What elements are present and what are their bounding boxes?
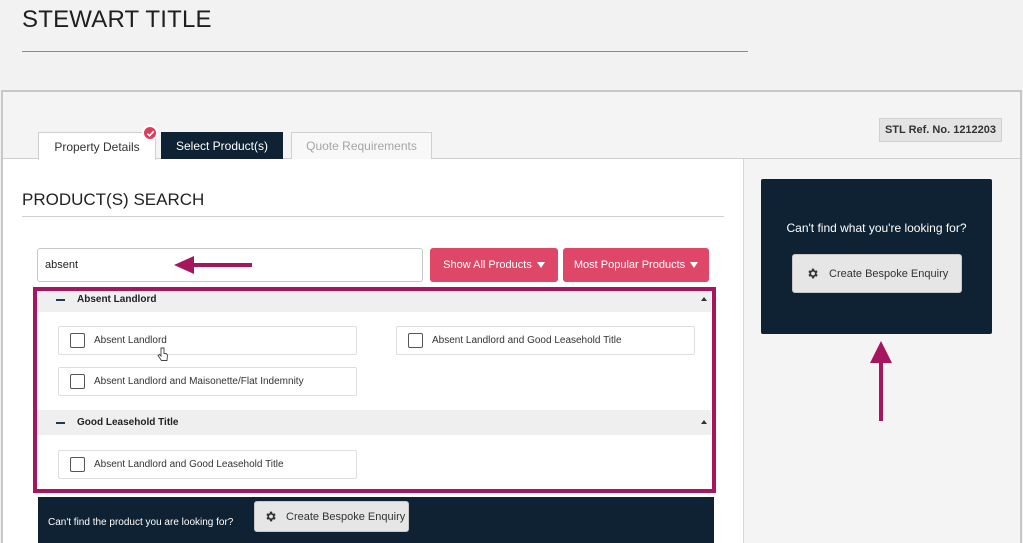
check-icon <box>142 125 158 141</box>
card-text: Can't find what you're looking for? <box>786 221 967 235</box>
pointer-cursor-icon <box>157 347 168 361</box>
tab-quote-requirements[interactable]: Quote Requirements <box>291 132 432 159</box>
create-bespoke-enquiry-button[interactable]: Create Bespoke Enquiry <box>792 254 962 293</box>
section-divider <box>22 216 724 217</box>
tab-select-products[interactable]: Select Product(s) <box>161 132 283 159</box>
show-all-products-button[interactable]: Show All Products <box>430 248 558 282</box>
caret-down-icon <box>536 262 545 268</box>
annotation-arrow-icon <box>174 256 252 274</box>
most-popular-label: Most Popular Products <box>573 259 686 271</box>
bottom-enquiry-bar: Can't find the product you are looking f… <box>38 497 714 543</box>
tab-property-details[interactable]: Property Details <box>38 132 156 160</box>
gear-icon <box>808 268 818 279</box>
tab-bar: Property Details Select Product(s) Quote… <box>3 92 1020 160</box>
button-label: Create Bespoke Enquiry <box>286 510 406 523</box>
caret-down-icon <box>690 262 699 268</box>
most-popular-products-button[interactable]: Most Popular Products <box>563 248 709 282</box>
bottom-bar-text: Can't find the product you are looking f… <box>48 517 234 528</box>
gear-icon <box>266 511 276 522</box>
bespoke-enquiry-card: Can't find what you're looking for? Crea… <box>761 179 992 334</box>
title-divider <box>22 51 748 52</box>
app-title: STEWART TITLE <box>22 6 212 33</box>
show-all-label: Show All Products <box>443 259 532 271</box>
annotation-highlight-box <box>33 287 716 493</box>
section-title: PRODUCT(S) SEARCH <box>22 190 205 209</box>
create-bespoke-enquiry-button[interactable]: Create Bespoke Enquiry <box>254 501 409 532</box>
button-label: Create Bespoke Enquiry <box>829 267 949 280</box>
annotation-arrow-icon <box>870 341 892 421</box>
reference-badge: STL Ref. No. 1212203 <box>879 118 1002 142</box>
